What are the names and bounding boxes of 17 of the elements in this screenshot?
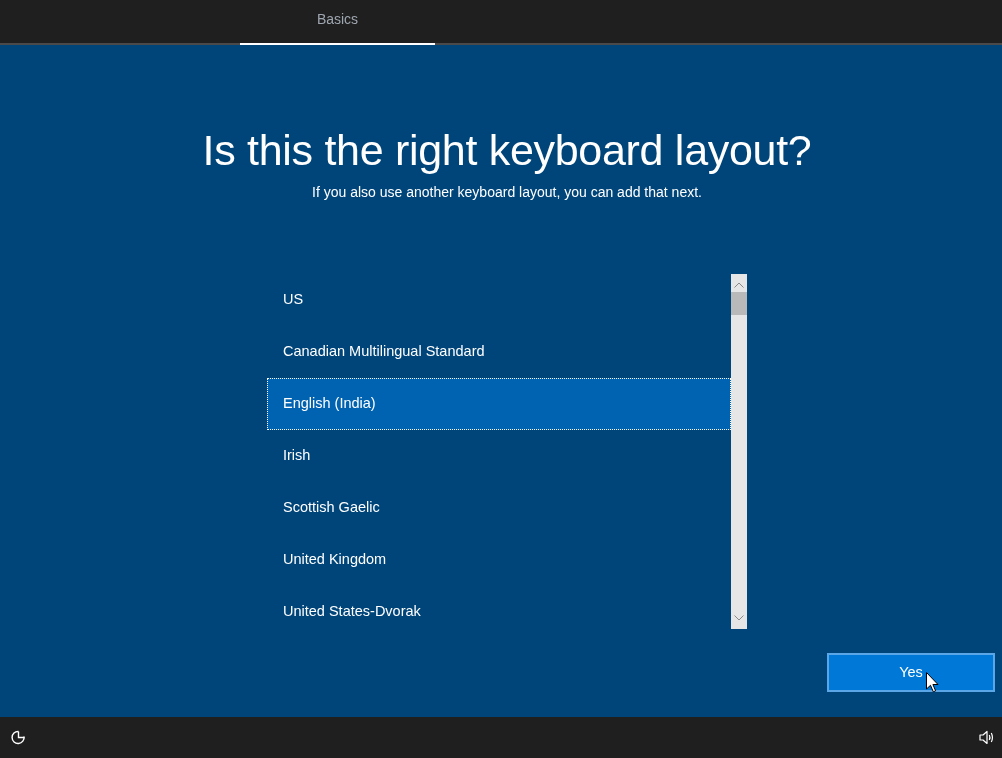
page-heading: Is this the right keyboard layout?	[202, 125, 812, 175]
page-subheading: If you also use another keyboard layout, you can add that next.	[312, 183, 702, 202]
chevron-down-icon[interactable]	[734, 615, 744, 621]
layout-option[interactable]: US	[267, 274, 731, 326]
chevron-up-icon[interactable]	[734, 282, 744, 288]
layout-option[interactable]: United Kingdom	[267, 534, 731, 586]
layout-option[interactable]: English (India)	[267, 378, 731, 430]
dial-icon[interactable]	[11, 730, 26, 745]
layout-option[interactable]: Irish	[267, 430, 731, 482]
scrollbar-thumb[interactable]	[731, 292, 747, 315]
cursor-icon	[926, 672, 939, 693]
volume-icon[interactable]	[979, 730, 994, 745]
scrollbar[interactable]	[731, 274, 747, 629]
confirm-button[interactable]: Yes	[827, 653, 995, 692]
layout-option[interactable]: Canadian Multilingual Standard	[267, 326, 731, 378]
layout-option[interactable]: Scottish Gaelic	[267, 482, 731, 534]
layout-option[interactable]: United States-Dvorak	[267, 586, 731, 629]
